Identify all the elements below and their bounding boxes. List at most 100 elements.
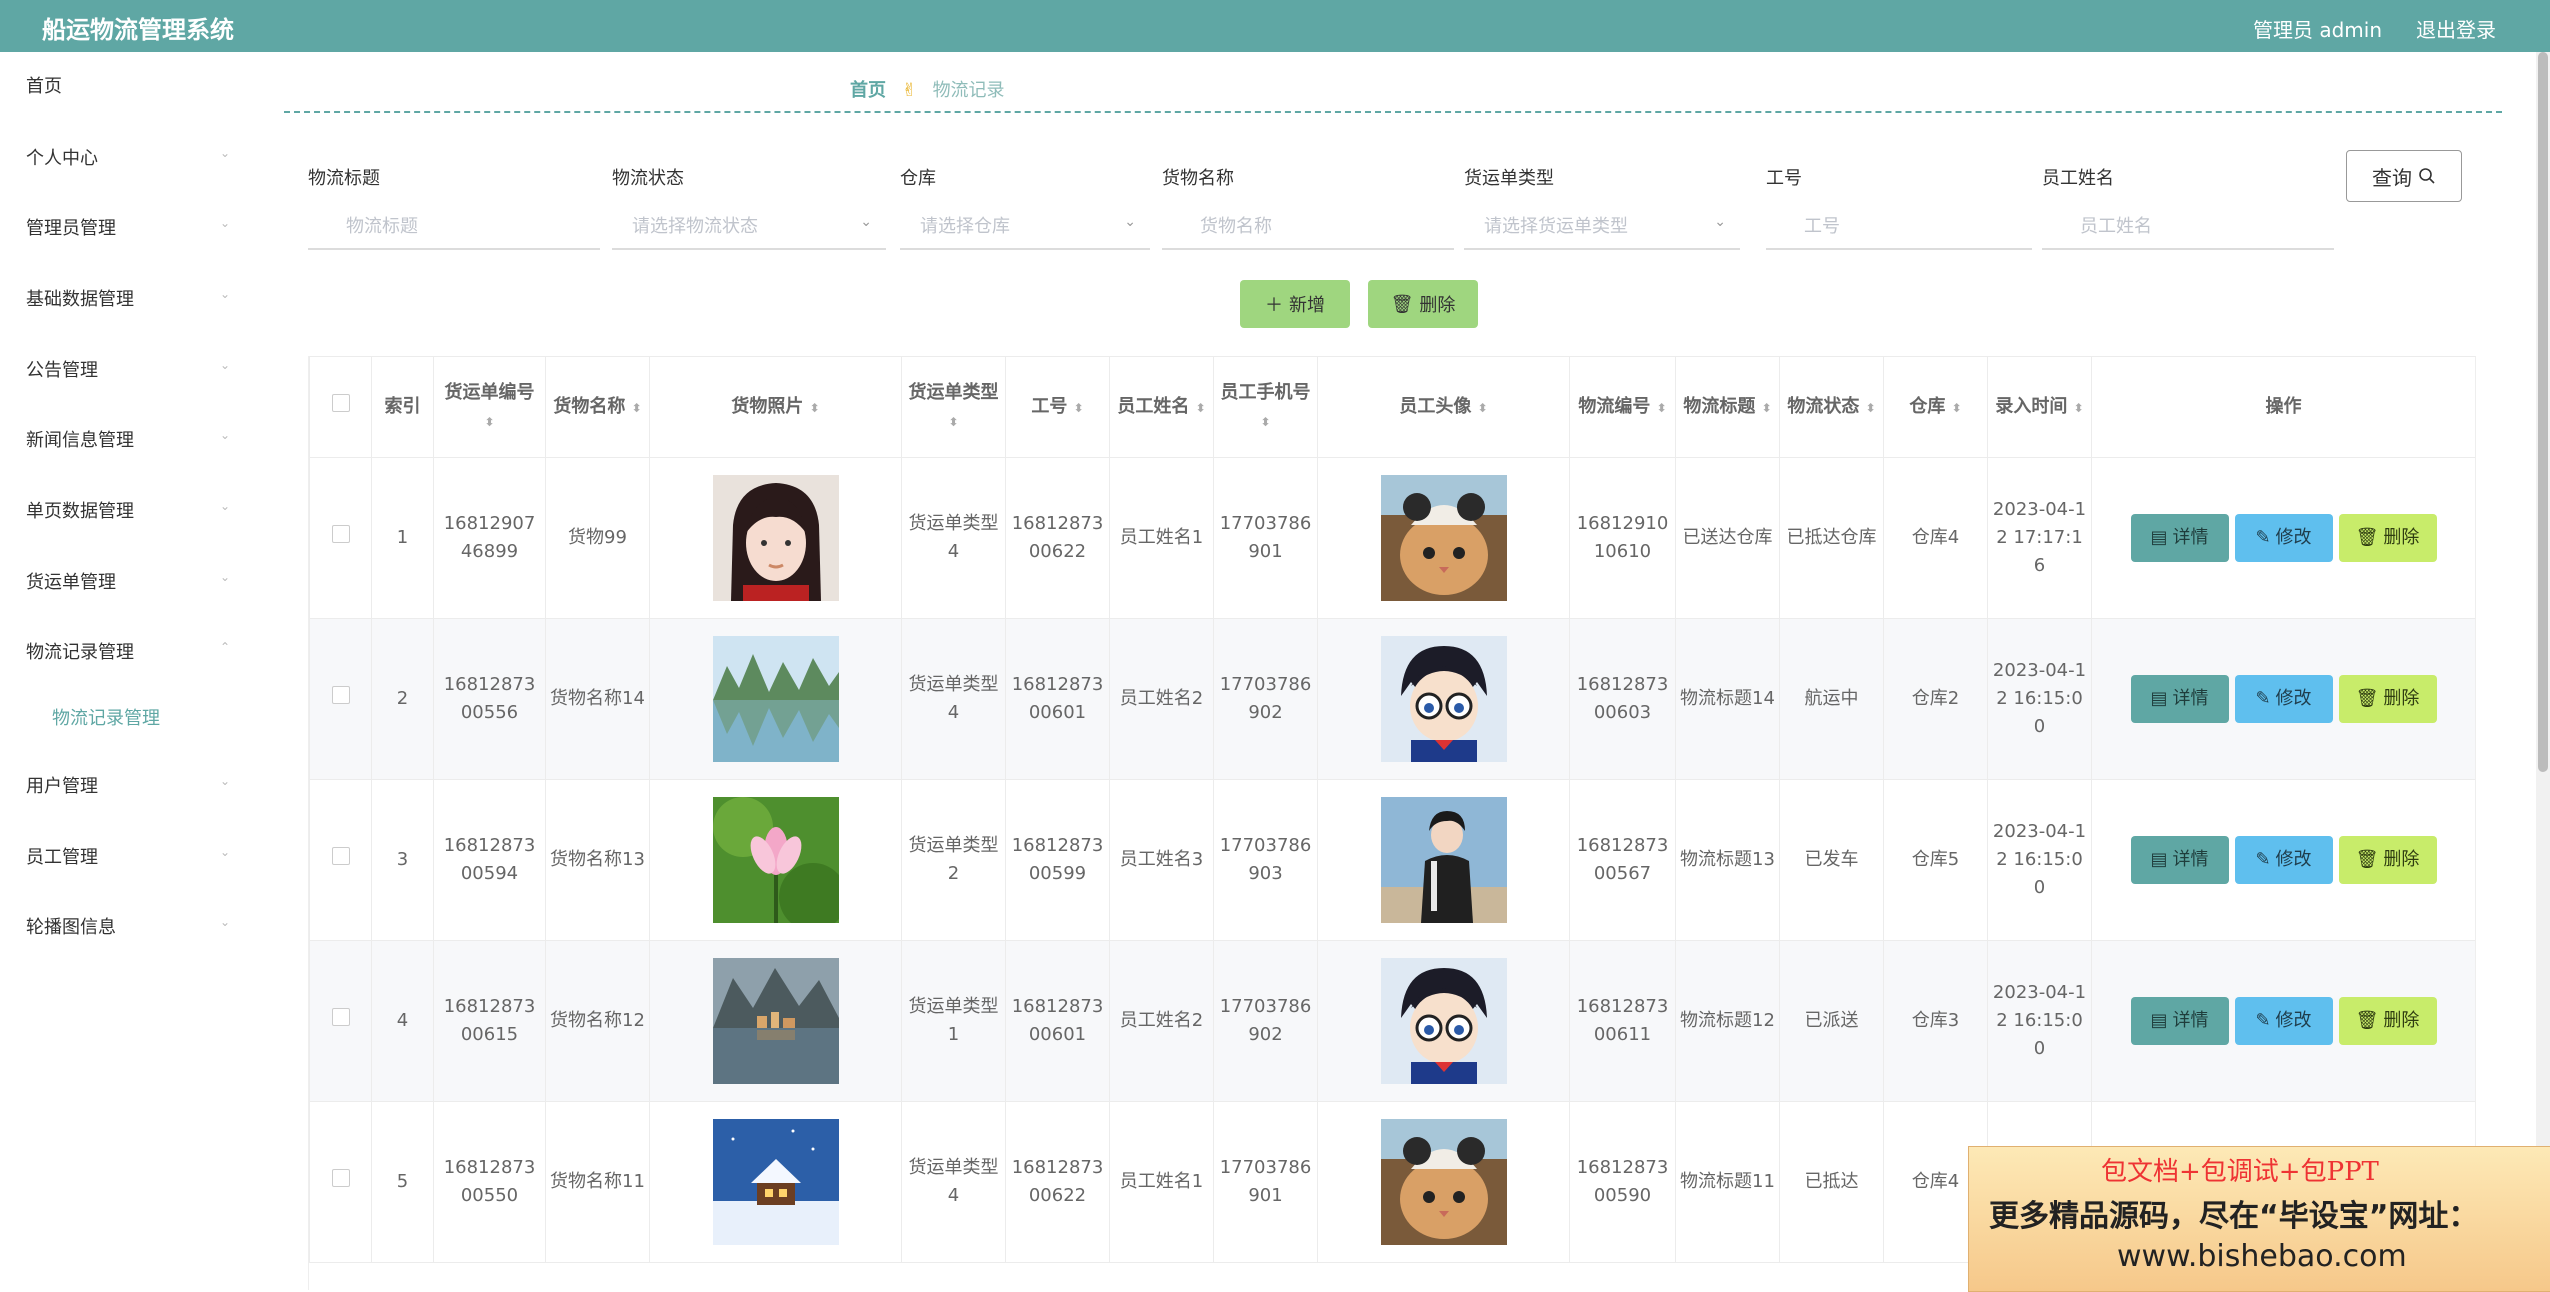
ad-banner[interactable]: 包文档+包调试+包PPT 更多精品源码，尽在“毕设宝”网址： www.bishe…	[1968, 1146, 2550, 1292]
sort-icon: ⬍	[1656, 400, 1667, 415]
chevron-down-icon: ⌄	[1124, 214, 1136, 230]
detail-button[interactable]: ▤详情	[2130, 997, 2229, 1045]
chevron-down-icon: ⌄	[219, 428, 230, 442]
document-icon: ▤	[2150, 1010, 2168, 1031]
goods-photo	[649, 618, 902, 780]
add-button[interactable]: ＋ 新增	[1240, 280, 1350, 328]
emp-name-input[interactable]: 员工姓名	[2042, 202, 2334, 250]
row-checkbox[interactable]	[309, 618, 372, 780]
filter-label-emp-no: 工号	[1766, 168, 1802, 189]
header-logistics-title[interactable]: 物流标题 ⬍	[1675, 356, 1780, 458]
header-warehouse[interactable]: 仓库 ⬍	[1883, 356, 1988, 458]
document-icon: ▤	[2150, 849, 2168, 870]
sidebar-item-notice[interactable]: 公告管理 ⌄	[26, 356, 230, 382]
sidebar-item-personal-center[interactable]: 个人中心 ⌄	[26, 144, 230, 170]
page-scrollbar[interactable]	[2536, 52, 2550, 1290]
title-input[interactable]: 物流标题	[308, 202, 600, 250]
ad-line-1: 包文档+包调试+包PPT	[2101, 1157, 2379, 1187]
cell-logistics-status: 已派送	[1779, 940, 1884, 1102]
employee-avatar	[1317, 779, 1570, 941]
cell-order-type: 货运单类型1	[901, 940, 1006, 1102]
detail-button[interactable]: ▤详情	[2130, 836, 2229, 884]
cell-ops: ▤详情✎修改🗑删除	[2091, 618, 2475, 780]
document-icon: ▤	[2150, 527, 2168, 548]
sidebar-item-admin[interactable]: 管理员管理 ⌄	[26, 214, 230, 240]
cell-index: 1	[371, 457, 434, 619]
cell-emp-no: 1681287300622	[1005, 1101, 1110, 1263]
header-emp-avatar[interactable]: 员工头像 ⬍	[1317, 356, 1570, 458]
header-created[interactable]: 录入时间 ⬍	[1987, 356, 2092, 458]
status-select[interactable]: 请选择物流状态 ⌄	[612, 202, 886, 250]
scrollbar-thumb[interactable]	[2538, 52, 2548, 772]
edit-button[interactable]: ✎修改	[2234, 997, 2333, 1045]
header-logistics-status[interactable]: 物流状态 ⬍	[1779, 356, 1884, 458]
goods-photo	[649, 1101, 902, 1263]
cell-logistics-no: 1681287300590	[1569, 1101, 1676, 1263]
header-emp-no[interactable]: 工号 ⬍	[1005, 356, 1110, 458]
detail-button[interactable]: ▤详情	[2130, 514, 2229, 562]
sidebar-item-employees[interactable]: 员工管理 ⌄	[26, 843, 230, 869]
sidebar-item-shipping-order[interactable]: 货运单管理 ⌄	[26, 568, 230, 594]
order-type-select[interactable]: 请选择货运单类型 ⌄	[1464, 202, 1740, 250]
cell-index: 2	[371, 618, 434, 780]
header-ops: 操作	[2091, 356, 2475, 458]
header-emp-name[interactable]: 员工姓名 ⬍	[1109, 356, 1214, 458]
edit-button[interactable]: ✎修改	[2234, 836, 2333, 884]
edit-button[interactable]: ✎修改	[2234, 675, 2333, 723]
goods-input[interactable]: 货物名称	[1162, 202, 1454, 250]
bulk-delete-button[interactable]: 🗑 删除	[1368, 280, 1478, 328]
row-checkbox[interactable]	[309, 1101, 372, 1263]
cell-emp-no: 1681287300601	[1005, 940, 1110, 1102]
sidebar-item-home[interactable]: 首页	[26, 72, 226, 98]
table-header-row: 索引 货运单编号 ⬍ 货物名称 ⬍ 货物照片 ⬍ 货运单类型 ⬍ 工号 ⬍ 员工…	[309, 356, 2475, 458]
delete-button[interactable]: 🗑删除	[2338, 836, 2437, 884]
trash-icon: 🗑	[2355, 1010, 2379, 1031]
sidebar-item-users[interactable]: 用户管理 ⌄	[26, 772, 230, 798]
header-goods-name[interactable]: 货物名称 ⬍	[545, 356, 650, 458]
header-goods-photo[interactable]: 货物照片 ⬍	[649, 356, 902, 458]
chevron-down-icon: ⌄	[219, 146, 230, 160]
chevron-down-icon: ⌄	[1714, 214, 1726, 230]
cell-logistics-status: 已抵达	[1779, 1101, 1884, 1263]
current-user[interactable]: 管理员 admin	[2253, 14, 2382, 43]
warehouse-select[interactable]: 请选择仓库 ⌄	[900, 202, 1150, 250]
row-checkbox[interactable]	[309, 457, 372, 619]
chevron-down-icon: ⌄	[219, 845, 230, 859]
cell-order-type: 货运单类型2	[901, 779, 1006, 941]
detail-button[interactable]: ▤详情	[2130, 675, 2229, 723]
logout-link[interactable]: 退出登录	[2416, 14, 2496, 43]
delete-button[interactable]: 🗑删除	[2338, 675, 2437, 723]
cell-logistics-title: 已送达仓库	[1675, 457, 1780, 619]
sidebar-subitem-logistics[interactable]: 物流记录管理	[52, 704, 160, 730]
header-order-no[interactable]: 货运单编号 ⬍	[433, 356, 546, 458]
breadcrumb-home[interactable]: 首页	[850, 80, 886, 101]
cell-emp-name: 员工姓名2	[1109, 618, 1214, 780]
chevron-down-icon: ⌄	[219, 287, 230, 301]
sidebar-item-news[interactable]: 新闻信息管理 ⌄	[26, 426, 230, 452]
filter-label-title: 物流标题	[308, 168, 380, 189]
cell-warehouse: 仓库2	[1883, 618, 1988, 780]
cell-emp-phone: 17703786902	[1213, 618, 1318, 780]
ad-line-2: 更多精品源码，尽在“毕设宝”网址：	[1989, 1199, 2479, 1234]
sort-icon: ⬍	[1073, 400, 1084, 415]
cell-logistics-no: 1681291010610	[1569, 457, 1676, 619]
sidebar-item-logistics[interactable]: 物流记录管理 ⌃	[26, 638, 230, 664]
cell-logistics-status: 航运中	[1779, 618, 1884, 780]
edit-button[interactable]: ✎修改	[2234, 514, 2333, 562]
emp-no-input[interactable]: 工号	[1766, 202, 2032, 250]
select-all-checkbox[interactable]	[309, 356, 372, 458]
trash-icon: 🗑	[1390, 293, 1414, 315]
delete-button[interactable]: 🗑删除	[2338, 997, 2437, 1045]
header-logistics-no[interactable]: 物流编号 ⬍	[1569, 356, 1676, 458]
sidebar-item-single-page[interactable]: 单页数据管理 ⌄	[26, 497, 230, 523]
trash-icon: 🗑	[2355, 849, 2379, 870]
cell-order-no: 1681287300615	[433, 940, 546, 1102]
header-order-type[interactable]: 货运单类型 ⬍	[901, 356, 1006, 458]
sidebar-item-base-data[interactable]: 基础数据管理 ⌄	[26, 285, 230, 311]
header-emp-phone[interactable]: 员工手机号 ⬍	[1213, 356, 1318, 458]
row-checkbox[interactable]	[309, 779, 372, 941]
delete-button[interactable]: 🗑删除	[2338, 514, 2437, 562]
sidebar-item-carousel[interactable]: 轮播图信息 ⌄	[26, 913, 230, 939]
row-checkbox[interactable]	[309, 940, 372, 1102]
query-button[interactable]: 查询	[2346, 150, 2462, 202]
